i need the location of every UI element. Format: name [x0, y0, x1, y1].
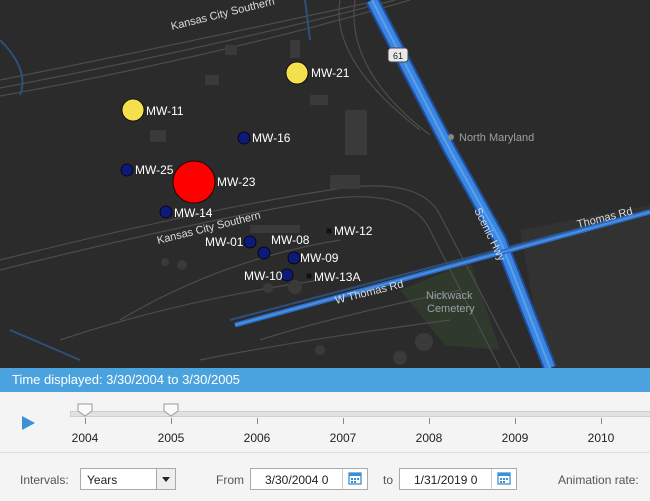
well-label-mw-16: MW-16	[252, 131, 291, 145]
timeline-tick	[257, 418, 258, 424]
controls-bar: Intervals: Years From 3/30/2004 0 to 1/3…	[0, 452, 650, 501]
well-label-mw-14: MW-14	[174, 206, 213, 220]
to-date-value: 1/31/2019 0	[414, 473, 478, 487]
timeline-tick	[343, 418, 344, 424]
timeline-year-label: 2004	[71, 431, 99, 445]
map-view[interactable]: 61 Kansas City Southern Kansas City Sout…	[0, 0, 650, 368]
svg-text:61: 61	[393, 51, 403, 61]
time-displayed-text: Time displayed: 3/30/2004 to 3/30/2005	[12, 372, 240, 387]
from-date-value: 3/30/2004 0	[265, 473, 329, 487]
timeline-tick	[601, 418, 602, 424]
from-label: From	[216, 473, 244, 487]
well-label-mw-08: MW-08	[271, 233, 310, 247]
timeline-year-label: 2010	[587, 431, 615, 445]
well-label-mw-01: MW-01	[205, 235, 244, 249]
well-marker-mw-10[interactable]	[280, 268, 294, 282]
well-label-mw-21: MW-21	[311, 66, 350, 80]
place-label-cemetery-line1: Nickwack	[426, 290, 473, 302]
well-label-mw-25: MW-25	[135, 163, 174, 177]
well-label-mw-10: MW-10	[244, 269, 283, 283]
route-shield: 61	[387, 47, 409, 63]
timeline-tick	[85, 418, 86, 424]
well-marker-mw-23[interactable]	[172, 160, 216, 204]
chevron-down-icon[interactable]	[156, 469, 175, 489]
range-end-handle[interactable]	[163, 403, 179, 417]
place-marker	[448, 134, 454, 140]
timeline-year-label: 2009	[501, 431, 529, 445]
timeline-year-label: 2007	[329, 431, 357, 445]
well-marker-mw-11[interactable]	[121, 98, 145, 122]
timeline-tick	[171, 418, 172, 424]
well-marker-mw-21[interactable]	[285, 61, 309, 85]
time-displayed-bar: Time displayed: 3/30/2004 to 3/30/2005	[0, 368, 650, 392]
well-label-mw-23: MW-23	[217, 175, 256, 189]
well-label-mw-12: MW-12	[334, 224, 373, 238]
calendar-icon[interactable]	[342, 469, 367, 489]
map-canvas[interactable]: 61 Kansas City Southern Kansas City Sout…	[0, 0, 650, 368]
well-marker-mw-09[interactable]	[287, 251, 301, 265]
timeline-tick	[515, 418, 516, 424]
well-marker-mw-14[interactable]	[159, 205, 173, 219]
well-label-mw-09: MW-09	[300, 251, 339, 265]
well-label-mw-13a: MW-13A	[314, 270, 360, 284]
well-marker-mw-25[interactable]	[120, 163, 134, 177]
well-marker-mw-13a[interactable]	[306, 273, 312, 279]
to-label: to	[383, 473, 394, 487]
timeline-track[interactable]	[70, 411, 650, 417]
well-marker-mw-08[interactable]	[257, 246, 271, 260]
intervals-value: Years	[87, 473, 118, 487]
to-date-input[interactable]: 1/31/2019 0	[399, 468, 517, 490]
play-icon[interactable]	[22, 416, 35, 430]
from-date-input[interactable]: 3/30/2004 0	[250, 468, 368, 490]
well-marker-mw-01[interactable]	[243, 235, 257, 249]
timeline-tick	[429, 418, 430, 424]
timeline-slider[interactable]: 2004 2005 2006 2007 2008 2009 2010	[0, 392, 650, 452]
timeline-year-label: 2005	[157, 431, 185, 445]
well-marker-mw-12[interactable]	[326, 228, 332, 234]
well-label-mw-11: MW-11	[146, 104, 184, 118]
well-marker-mw-16[interactable]	[237, 131, 251, 145]
place-label-north-maryland: North Maryland	[459, 132, 534, 144]
intervals-select[interactable]: Years	[80, 468, 176, 490]
range-start-handle[interactable]	[77, 403, 93, 417]
timeline-year-label: 2006	[243, 431, 271, 445]
timeline-year-label: 2008	[415, 431, 443, 445]
place-label-cemetery-line2: Cemetery	[427, 303, 475, 315]
calendar-icon[interactable]	[491, 469, 516, 489]
animation-rate-label: Animation rate:	[558, 473, 639, 487]
intervals-label: Intervals:	[20, 473, 69, 487]
